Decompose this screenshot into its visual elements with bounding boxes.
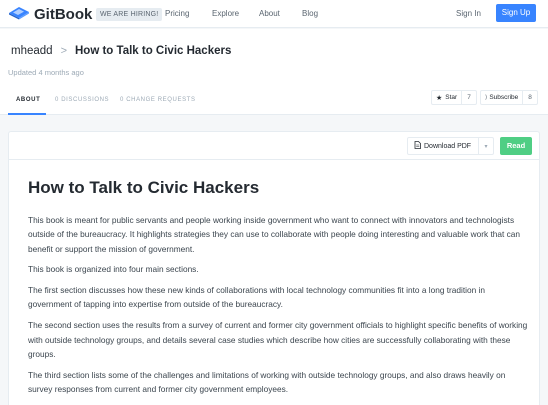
nav-link-pricing[interactable]: Pricing: [165, 8, 189, 20]
signup-button[interactable]: Sign Up: [496, 4, 536, 22]
subscribe-count: 8: [528, 94, 532, 101]
subscribe-counter: ⟩ Subscribe 8: [480, 90, 538, 105]
content-toolbar: Download PDF ▾ Read: [9, 132, 539, 160]
paragraph: The first section discusses how these ne…: [28, 285, 486, 310]
chevron-right-icon: >: [60, 45, 67, 57]
file-pdf-icon: [414, 141, 421, 151]
star-counter: ★ Star 7: [431, 90, 477, 105]
hiring-badge[interactable]: WE ARE HIRING!: [96, 8, 163, 21]
breadcrumb: mheadd > How to Talk to Civic Hackers: [11, 45, 231, 57]
download-pdf-label: Download PDF: [424, 142, 472, 150]
tab-change-requests[interactable]: 0 CHANGE REQUESTS: [120, 96, 196, 104]
brand-name: GitBook: [34, 6, 93, 23]
breadcrumb-user[interactable]: mheadd: [11, 45, 53, 57]
book-title: How to Talk to Civic Hackers: [28, 178, 260, 197]
caret-down-icon: ▾: [484, 143, 488, 150]
book-icon: [8, 4, 30, 25]
paragraph: This book is meant for public servants a…: [28, 215, 520, 254]
star-count: 7: [467, 94, 471, 101]
top-navbar: GitBook WE ARE HIRING! Pricing Explore A…: [0, 0, 548, 28]
download-options-dropdown[interactable]: ▾: [479, 137, 494, 155]
breadcrumb-book-title[interactable]: How to Talk to Civic Hackers: [75, 45, 231, 57]
rss-icon: ⟩: [485, 95, 488, 101]
active-tab-indicator: [8, 113, 46, 115]
signin-link[interactable]: Sign In: [456, 8, 481, 20]
nav-link-about[interactable]: About: [259, 8, 280, 20]
star-icon: ★: [436, 94, 443, 102]
tab-about[interactable]: ABOUT: [16, 96, 40, 104]
star-button[interactable]: ★ Star: [432, 91, 463, 104]
read-button[interactable]: Read: [500, 137, 532, 155]
gitbook-logo[interactable]: GitBook: [8, 4, 92, 25]
subscribe-label: Subscribe: [489, 94, 519, 101]
paragraph: The third section lists some of the chal…: [28, 369, 506, 394]
paragraph: This book is organized into four main se…: [28, 264, 199, 275]
paragraph: The second section uses the results from…: [28, 320, 528, 359]
updated-timestamp: Updated 4 months ago: [8, 68, 84, 77]
star-label: Star: [445, 94, 458, 101]
nav-link-blog[interactable]: Blog: [302, 8, 318, 20]
book-description: How to Talk to Civic Hackers This book i…: [28, 177, 528, 403]
book-header: mheadd > How to Talk to Civic Hackers Up…: [0, 29, 548, 115]
subscribe-button[interactable]: ⟩ Subscribe: [481, 91, 524, 104]
tab-discussions[interactable]: 0 DISCUSSIONS: [55, 96, 109, 104]
download-pdf-button[interactable]: Download PDF: [407, 137, 479, 155]
nav-link-explore[interactable]: Explore: [212, 8, 239, 20]
book-content-card: Download PDF ▾ Read How to Talk to Civic…: [8, 131, 540, 405]
